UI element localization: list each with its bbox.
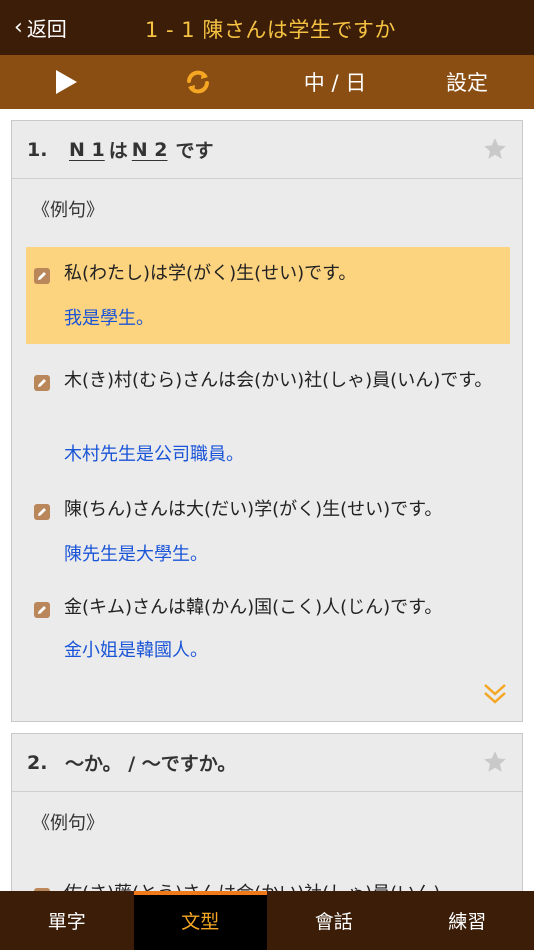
back-button[interactable]: ‹ 返回	[14, 13, 67, 42]
pattern-header: 1. N 1 は N 2 です	[12, 121, 522, 179]
page-title: 1 - 1 陳さんは学生ですか	[145, 18, 396, 42]
example-item[interactable]: 陳(ちん)さんは大(だい)学(がく)生(せい)です。 陳先生是大學生。	[26, 484, 510, 574]
settings-button[interactable]: 設定	[430, 55, 504, 109]
example-chinese: 木村先生是公司職員。	[64, 444, 244, 465]
toolbar: 中 / 日 設定	[0, 55, 534, 109]
favorite-star-icon[interactable]	[482, 136, 508, 167]
example-japanese: 陳(ちん)さんは大(だい)学(がく)生(せい)です。	[64, 499, 443, 520]
examples-label: 《例句》	[32, 200, 104, 221]
example-item[interactable]: 私(わたし)は学(がく)生(せい)です。 我是學生。	[26, 247, 510, 344]
pattern-card: 1. N 1 は N 2 です 《例句》 私(わたし)は学(がく)生(せい)です…	[11, 120, 523, 722]
pattern-n1: N 1	[69, 138, 105, 161]
tab-sentence-patterns[interactable]: 文型	[133, 891, 267, 950]
expand-chevron-icon[interactable]	[482, 681, 508, 711]
chevron-left-icon: ‹	[14, 14, 23, 40]
example-item[interactable]: 佐(さ)藤(とう)さんは会(かい)社(しゃ)員(いん)	[26, 868, 510, 891]
edit-icon	[34, 268, 50, 284]
play-button[interactable]	[36, 55, 96, 109]
top-bar: ‹ 返回 1 - 1 陳さんは学生ですか	[0, 0, 534, 55]
example-chinese: 陳先生是大學生。	[64, 544, 208, 565]
example-item[interactable]: 木(き)村(むら)さんは会(かい)社(しゃ)員(いん)です。 木村先生是公司職員…	[26, 354, 510, 474]
tab-vocabulary[interactable]: 單字	[0, 891, 134, 950]
pattern-desu: です	[175, 140, 214, 162]
content-area[interactable]: 1. N 1 は N 2 です 《例句》 私(わたし)は学(がく)生(せい)です…	[0, 109, 534, 891]
repeat-button[interactable]	[168, 55, 228, 109]
example-chinese: 金小姐是韓國人。	[64, 640, 208, 661]
example-japanese: 私(わたし)は学(がく)生(せい)です。	[64, 263, 357, 284]
example-item[interactable]: 金(キム)さんは韓(かん)国(こく)人(じん)です。 金小姐是韓國人。	[26, 582, 510, 672]
example-chinese: 我是學生。	[64, 308, 154, 329]
language-toggle-button[interactable]: 中 / 日	[290, 55, 380, 109]
back-label: 返回	[26, 17, 67, 41]
pattern-card: 2. ～か。 / ～ですか。 《例句》 佐(さ)藤(とう)さんは会(かい)社(し…	[11, 733, 523, 891]
pattern-text: ～か。 / ～ですか。	[65, 753, 237, 775]
tab-practice[interactable]: 練習	[401, 891, 534, 950]
example-japanese: 木(き)村(むら)さんは会(かい)社(しゃ)員(いん)です。	[64, 370, 493, 391]
pattern-n2: N 2	[131, 138, 168, 161]
play-icon	[56, 70, 77, 94]
examples-label: 《例句》	[32, 813, 104, 834]
favorite-star-icon[interactable]	[482, 749, 508, 780]
example-japanese: 佐(さ)藤(とう)さんは会(かい)社(しゃ)員(いん)	[64, 878, 496, 891]
bottom-tab-bar: 單字 文型 會話 練習	[0, 891, 534, 950]
repeat-icon	[187, 70, 209, 94]
edit-icon	[34, 375, 50, 391]
pattern-number: 2.	[27, 751, 48, 774]
pattern-header: 2. ～か。 / ～ですか。	[12, 734, 522, 792]
edit-icon	[34, 504, 50, 520]
example-japanese: 金(キム)さんは韓(かん)国(こく)人(じん)です。	[64, 597, 443, 618]
edit-icon	[34, 602, 50, 618]
pattern-number: 1.	[27, 138, 48, 161]
pattern-particle: は	[108, 140, 128, 162]
tab-conversation[interactable]: 會話	[267, 891, 401, 950]
